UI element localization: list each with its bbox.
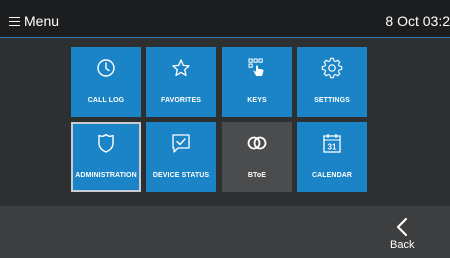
top-bar: Menu 8 Oct 03:2 bbox=[0, 0, 450, 38]
settings-tile[interactable]: SETTINGS bbox=[297, 47, 367, 117]
administration-tile[interactable]: ADMINISTRATION bbox=[71, 122, 141, 192]
keys-tile[interactable]: KEYS bbox=[222, 47, 292, 117]
calendar-tile[interactable]: 31 CALENDAR bbox=[297, 122, 367, 192]
keypad-touch-icon bbox=[246, 57, 268, 79]
hamburger-icon bbox=[9, 16, 20, 26]
call-log-tile[interactable]: CALL LOG bbox=[71, 47, 141, 117]
clock-status: 8 Oct 03:2 bbox=[385, 13, 450, 29]
chevron-left-icon bbox=[395, 217, 409, 237]
tile-label: SETTINGS bbox=[314, 97, 350, 104]
device-check-icon bbox=[170, 132, 192, 154]
tile-label: KEYS bbox=[247, 97, 267, 104]
menu-header: Menu bbox=[9, 13, 59, 29]
star-icon bbox=[170, 57, 192, 79]
tile-label: BToE bbox=[247, 172, 267, 179]
linked-rings-icon bbox=[246, 132, 268, 154]
menu-grid: CALL LOG FAVORITES KEYS SETTINGS ADMINIS… bbox=[0, 38, 450, 206]
tile-label: FAVORITES bbox=[160, 97, 202, 104]
back-button[interactable]: Back bbox=[383, 214, 425, 254]
btoe-tile[interactable]: BToE bbox=[222, 122, 292, 192]
tile-label: CALL LOG bbox=[87, 97, 125, 104]
back-label: Back bbox=[390, 239, 415, 251]
favorites-tile[interactable]: FAVORITES bbox=[146, 47, 216, 117]
bottom-bar: Back bbox=[0, 206, 450, 258]
gear-icon bbox=[321, 57, 343, 79]
tile-label: ADMINISTRATION bbox=[75, 172, 137, 179]
device-status-tile[interactable]: DEVICE STATUS bbox=[146, 122, 216, 192]
svg-text:31: 31 bbox=[328, 143, 337, 152]
shield-icon bbox=[95, 132, 117, 154]
clock-icon bbox=[95, 57, 117, 79]
page-title: Menu bbox=[24, 13, 60, 29]
tile-label: CALENDAR bbox=[311, 172, 353, 179]
tile-label: DEVICE STATUS bbox=[152, 172, 210, 179]
calendar-icon: 31 bbox=[321, 132, 343, 154]
